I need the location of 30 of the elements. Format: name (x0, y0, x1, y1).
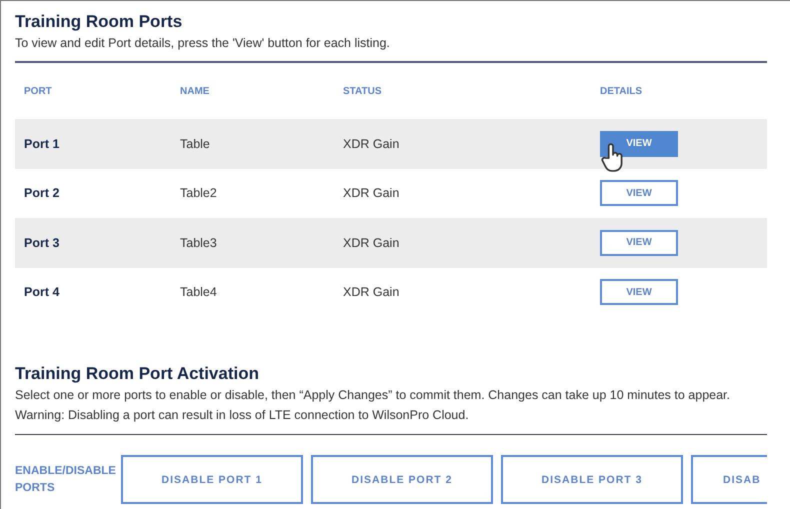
table-cell: XDR Gain (343, 186, 400, 200)
section-description: Warning: Disabling a port can result in loss of LTE connection to WilsonPro Cloud. (15, 407, 470, 424)
section-description: Select one or more ports to enable or disable, then “Apply Changes” to commit them. Changes can take up 10 minutes to appear. (15, 387, 731, 404)
table-cell: XDR Gain (343, 285, 400, 300)
column-header: PORT (23, 86, 53, 96)
table-cell: Table2 (180, 186, 217, 200)
table-cell: XDR Gain (343, 236, 400, 250)
disable-port-button[interactable]: DISABLE PORT 3 (501, 455, 683, 504)
section-title: Training Room Port Activation (15, 363, 260, 385)
view-button[interactable]: VIEW (600, 130, 678, 157)
table-cell: Port 4 (24, 285, 60, 300)
column-header: STATUS (343, 86, 383, 96)
disable-port-button[interactable]: DISAB (691, 455, 767, 504)
ports-label: ENABLE/DISABLE PORTS (15, 464, 117, 496)
view-button[interactable]: VIEW (600, 279, 678, 306)
table-cell: XDR Gain (343, 136, 400, 151)
section-description: To view and edit Port details, press the 'View' button for each listing. (15, 35, 391, 52)
disable-port-button[interactable]: DISABLE PORT 1 (121, 455, 303, 504)
table-cell: Table4 (180, 285, 217, 300)
column-header: NAME (180, 86, 210, 96)
column-header: DETAILS (600, 86, 642, 96)
view-button[interactable]: VIEW (600, 180, 678, 206)
view-button[interactable]: VIEW (600, 230, 678, 256)
table-cell: Table3 (180, 236, 217, 250)
table-cell: Table (180, 136, 210, 151)
disable-port-button[interactable]: DISABLE PORT 2 (311, 455, 493, 504)
table-cell: Port 2 (24, 186, 60, 200)
section-title: Training Room Ports (15, 11, 184, 33)
table-cell: Port 1 (24, 136, 60, 151)
table-cell: Port 3 (24, 236, 60, 250)
